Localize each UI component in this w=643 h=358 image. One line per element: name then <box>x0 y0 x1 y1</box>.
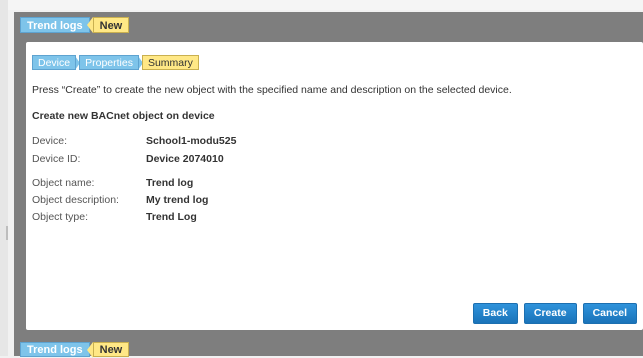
back-button[interactable]: Back <box>472 303 518 324</box>
object-description-label: Object description: <box>32 194 119 206</box>
device-id-label: Device ID: <box>32 153 81 165</box>
window-top-strip <box>0 0 643 10</box>
breadcrumb-new[interactable]: New <box>86 17 130 33</box>
object-description-row: Object description: My trend log <box>32 194 208 206</box>
wizard-buttons: Back Create Cancel <box>472 303 637 324</box>
object-name-value: Trend log <box>146 177 194 189</box>
device-value: School1-modu525 <box>146 135 237 147</box>
device-label: Device: <box>32 135 68 147</box>
wizard-panel: Device Properties Summary Press “Create”… <box>26 42 643 330</box>
footer-breadcrumb-trend-logs[interactable]: Trend logs <box>20 342 90 357</box>
create-button[interactable]: Create <box>523 303 577 324</box>
object-type-row: Object type: Trend Log <box>32 211 197 223</box>
object-name-label: Object name: <box>32 177 95 189</box>
device-row: Device: School1-modu525 <box>32 135 236 147</box>
section-title: Create new BACnet object on device <box>32 110 215 122</box>
object-type-value: Trend Log <box>146 211 197 223</box>
device-id-row: Device ID: Device 2074010 <box>32 153 224 165</box>
breadcrumb-trend-logs[interactable]: Trend logs <box>20 17 90 33</box>
object-description-value: My trend log <box>146 194 209 206</box>
dialog-footer: Trend logs New <box>14 340 643 358</box>
dialog-header: Trend logs New <box>14 12 643 38</box>
object-type-label: Object type: <box>32 211 89 223</box>
object-name-row: Object name: Trend log <box>32 177 193 189</box>
breadcrumb: Trend logs New <box>20 17 130 33</box>
step-device[interactable]: Device <box>32 55 77 70</box>
left-edge-bar <box>0 0 8 356</box>
step-summary[interactable]: Summary <box>141 55 199 70</box>
left-edge-marker <box>6 226 8 240</box>
device-id-value: Device 2074010 <box>146 153 224 165</box>
wizard-steps: Device Properties Summary <box>32 55 199 70</box>
footer-breadcrumb-new[interactable]: New <box>86 342 130 358</box>
footer-breadcrumb: Trend logs New <box>20 342 130 358</box>
instruction-text: Press “Create” to create the new object … <box>32 84 512 96</box>
cancel-button[interactable]: Cancel <box>582 303 637 324</box>
step-properties[interactable]: Properties <box>79 55 139 70</box>
